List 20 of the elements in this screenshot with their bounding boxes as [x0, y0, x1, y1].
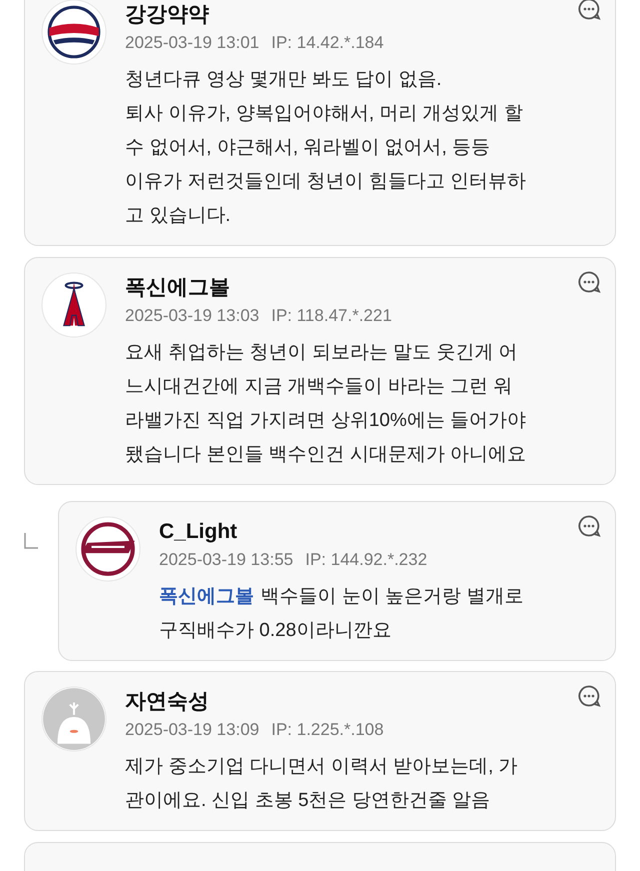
more-options-icon[interactable]	[577, 0, 601, 21]
more-options-icon[interactable]	[577, 514, 601, 538]
team-emblem-icon	[41, 272, 107, 338]
mention-link[interactable]: 폭신에그볼	[159, 586, 254, 607]
comment-meta: 2025-03-19 13:09 IP: 1.225.*.108	[125, 719, 385, 741]
comment-text: 제가 중소기업 다니면서 이력서 받아보는데, 가 관이에요. 신입 초봉 5천은 당연한건줄 알음	[125, 755, 519, 813]
author-name[interactable]: 자연숙성	[125, 688, 601, 716]
more-options-icon[interactable]	[577, 270, 601, 294]
author-name[interactable]: 강강약약	[125, 1, 601, 29]
comment-meta: 2025-03-19 13:03 IP: 118.47.*.221	[125, 305, 393, 327]
more-options-icon[interactable]	[577, 684, 601, 708]
author-name[interactable]: 폭신에그볼	[125, 274, 601, 302]
comment-meta: 2025-03-19 13:55 IP: 144.92.*.232	[159, 549, 428, 571]
comment-text: 청년다큐 영상 몇개만 봐도 답이 없음. 퇴사 이유가, 양복입어야해서, 머리 개성있게 할 수 없어서, 야근해서, 워라벨이 없어서, 등등 이유가 저런것들인데 청년이 힘들다고 인터뷰하 고 있습니다.	[125, 68, 528, 228]
author-name[interactable]: C_Light	[159, 518, 601, 546]
comment-text: 폭신에그볼 백수들이 눈이 높은거랑 별개로 구직배수가 0.28이라니깐요	[159, 585, 524, 643]
comment-text: 요새 취업하는 청년이 되보라는 말도 웃긴게 어 느시대건간에 지금 개백수들이 바라는 그런 워 라밸가진 직업 가지려면 상위10%에는 들어가야 됐습니다 본인들 백수인건 시대문제가 아니에요	[125, 341, 528, 467]
avatar-icon	[41, 686, 107, 752]
comment-meta: 2025-03-19 13:01 IP: 14.42.*.184	[125, 32, 385, 54]
team-emblem-icon	[75, 516, 141, 582]
